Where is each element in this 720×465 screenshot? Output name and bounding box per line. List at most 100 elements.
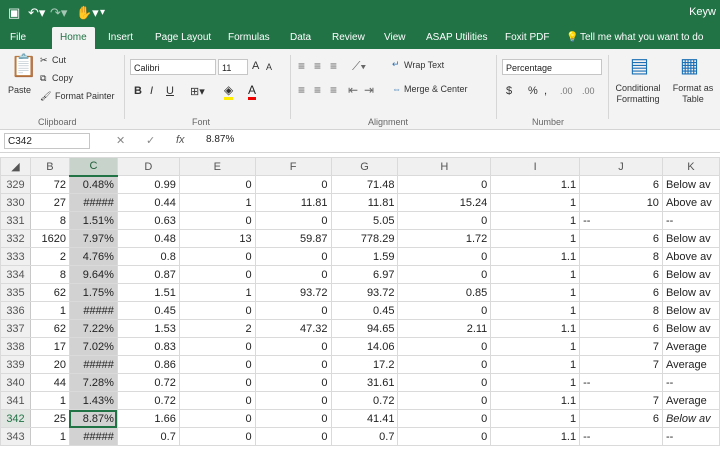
tab-review[interactable]: Review bbox=[332, 27, 365, 49]
cell-k[interactable]: Above av bbox=[661, 247, 720, 266]
cell-d[interactable]: 0.8 bbox=[116, 247, 180, 266]
cell-c[interactable]: 7.02% bbox=[68, 337, 118, 356]
conditional-formatting-icon[interactable]: ▤ bbox=[630, 53, 649, 78]
conditional-formatting-button[interactable]: Conditional Formatting bbox=[610, 83, 666, 105]
font-color-icon[interactable]: A bbox=[248, 83, 257, 100]
cell-d[interactable]: 0.48 bbox=[116, 229, 180, 248]
cell-g[interactable]: 1.59 bbox=[330, 247, 399, 266]
tab-formulas[interactable]: Formulas bbox=[228, 27, 270, 49]
cell-g[interactable]: 778.29 bbox=[330, 229, 399, 248]
cell-d[interactable]: 0.7 bbox=[116, 427, 180, 446]
row-header[interactable]: 334 bbox=[0, 265, 31, 284]
cell-h[interactable]: 0 bbox=[397, 409, 492, 428]
cell-b[interactable]: 1 bbox=[29, 427, 70, 446]
row-header[interactable]: 331 bbox=[0, 211, 31, 230]
format-painter-icon[interactable]: 🖌 bbox=[40, 91, 51, 102]
cell-b[interactable]: 44 bbox=[29, 373, 70, 392]
cell-i[interactable]: 1 bbox=[490, 265, 581, 284]
bottom-align-icon[interactable]: ≡ bbox=[330, 59, 337, 73]
cell-k[interactable]: Average bbox=[661, 337, 720, 356]
cell-e[interactable]: 0 bbox=[178, 409, 256, 428]
tab-home[interactable]: Home bbox=[52, 27, 95, 49]
cell-f[interactable]: 0 bbox=[254, 391, 332, 410]
cell-e[interactable]: 0 bbox=[178, 355, 256, 374]
cell-j[interactable]: 6 bbox=[579, 409, 663, 428]
cell-d[interactable]: 1.53 bbox=[116, 319, 180, 338]
cell-f[interactable]: 93.72 bbox=[254, 283, 332, 302]
cell-g[interactable]: 0.72 bbox=[330, 391, 399, 410]
cell-k[interactable]: Below av bbox=[661, 229, 720, 248]
cell-g[interactable]: 5.05 bbox=[330, 211, 399, 230]
cell-c[interactable]: ##### bbox=[68, 427, 118, 446]
cell-b[interactable]: 8 bbox=[29, 265, 70, 284]
column-header-e[interactable]: E bbox=[178, 157, 256, 176]
cell-f[interactable]: 47.32 bbox=[254, 319, 332, 338]
cell-h[interactable]: 0 bbox=[397, 265, 492, 284]
cell-b[interactable]: 62 bbox=[29, 283, 70, 302]
cell-i[interactable]: 1 bbox=[490, 229, 581, 248]
cell-c[interactable]: 1.75% bbox=[68, 283, 118, 302]
row-header[interactable]: 333 bbox=[0, 247, 31, 266]
cell-d[interactable]: 0.87 bbox=[116, 265, 180, 284]
cell-c[interactable]: ##### bbox=[68, 355, 118, 374]
cell-e[interactable]: 0 bbox=[178, 265, 256, 284]
cell-k[interactable]: Below av bbox=[661, 283, 720, 302]
shrink-font-button[interactable]: A bbox=[266, 62, 272, 72]
cell-b[interactable]: 1 bbox=[29, 301, 70, 320]
cell-i[interactable]: 1 bbox=[490, 301, 581, 320]
number-format-select[interactable]: Percentage bbox=[502, 59, 602, 75]
row-header[interactable]: 340 bbox=[0, 373, 31, 392]
cancel-icon[interactable]: ✕ bbox=[116, 134, 125, 147]
cell-g[interactable]: 0.7 bbox=[330, 427, 399, 446]
cell-f[interactable]: 0 bbox=[254, 355, 332, 374]
fx-icon[interactable]: fx bbox=[176, 134, 185, 146]
name-box[interactable]: C342 bbox=[4, 133, 90, 149]
cell-b[interactable]: 25 bbox=[29, 409, 70, 428]
cell-e[interactable]: 0 bbox=[178, 301, 256, 320]
align-right-icon[interactable]: ≡ bbox=[330, 83, 337, 97]
row-header[interactable]: 329 bbox=[0, 175, 31, 194]
cell-c[interactable]: 7.97% bbox=[68, 229, 118, 248]
comma-button[interactable]: , bbox=[544, 85, 547, 97]
cell-e[interactable]: 2 bbox=[178, 319, 256, 338]
cell-g[interactable]: 41.41 bbox=[330, 409, 399, 428]
cell-i[interactable]: 1 bbox=[490, 355, 581, 374]
increase-decimal-button[interactable]: .00 bbox=[560, 86, 573, 96]
cell-e[interactable]: 0 bbox=[178, 337, 256, 356]
cell-f[interactable]: 0 bbox=[254, 373, 332, 392]
align-left-icon[interactable]: ≡ bbox=[298, 83, 305, 97]
format-as-table-button[interactable]: Format as Table bbox=[670, 83, 716, 105]
tab-page-layout[interactable]: Page Layout bbox=[155, 27, 211, 49]
cell-h[interactable]: 0 bbox=[397, 391, 492, 410]
cell-j[interactable]: -- bbox=[579, 427, 663, 446]
cell-k[interactable]: Average bbox=[661, 355, 720, 374]
enter-icon[interactable]: ✓ bbox=[146, 134, 155, 147]
row-header[interactable]: 338 bbox=[0, 337, 31, 356]
italic-button[interactable]: I bbox=[150, 85, 153, 97]
cell-f[interactable]: 0 bbox=[254, 211, 332, 230]
cell-b[interactable]: 72 bbox=[29, 175, 70, 194]
cell-c[interactable]: 8.87% bbox=[68, 409, 118, 428]
touch-mode-icon[interactable]: ✋▾ bbox=[76, 5, 99, 21]
cell-h[interactable]: 1.72 bbox=[397, 229, 492, 248]
cell-c[interactable]: 0.48% bbox=[68, 175, 118, 194]
cell-k[interactable]: Below av bbox=[661, 409, 720, 428]
select-all-corner[interactable]: ◢ bbox=[0, 157, 31, 176]
cell-f[interactable]: 11.81 bbox=[254, 193, 332, 212]
cell-g[interactable]: 31.61 bbox=[330, 373, 399, 392]
cell-i[interactable]: 1.1 bbox=[490, 427, 581, 446]
cell-d[interactable]: 0.72 bbox=[116, 391, 180, 410]
cell-c[interactable]: 9.64% bbox=[68, 265, 118, 284]
tab-foxit-pdf[interactable]: Foxit PDF bbox=[505, 27, 549, 49]
cell-j[interactable]: 6 bbox=[579, 229, 663, 248]
customize-qat-icon[interactable]: ▾ bbox=[100, 5, 105, 21]
cell-b[interactable]: 1620 bbox=[29, 229, 70, 248]
cell-h[interactable]: 0 bbox=[397, 355, 492, 374]
align-center-icon[interactable]: ≡ bbox=[314, 83, 321, 97]
cell-i[interactable]: 1 bbox=[490, 373, 581, 392]
cell-j[interactable]: 6 bbox=[579, 319, 663, 338]
cell-e[interactable]: 0 bbox=[178, 373, 256, 392]
increase-indent-icon[interactable]: ⇥ bbox=[364, 83, 374, 97]
underline-button[interactable]: U bbox=[166, 85, 174, 97]
row-header[interactable]: 341 bbox=[0, 391, 31, 410]
